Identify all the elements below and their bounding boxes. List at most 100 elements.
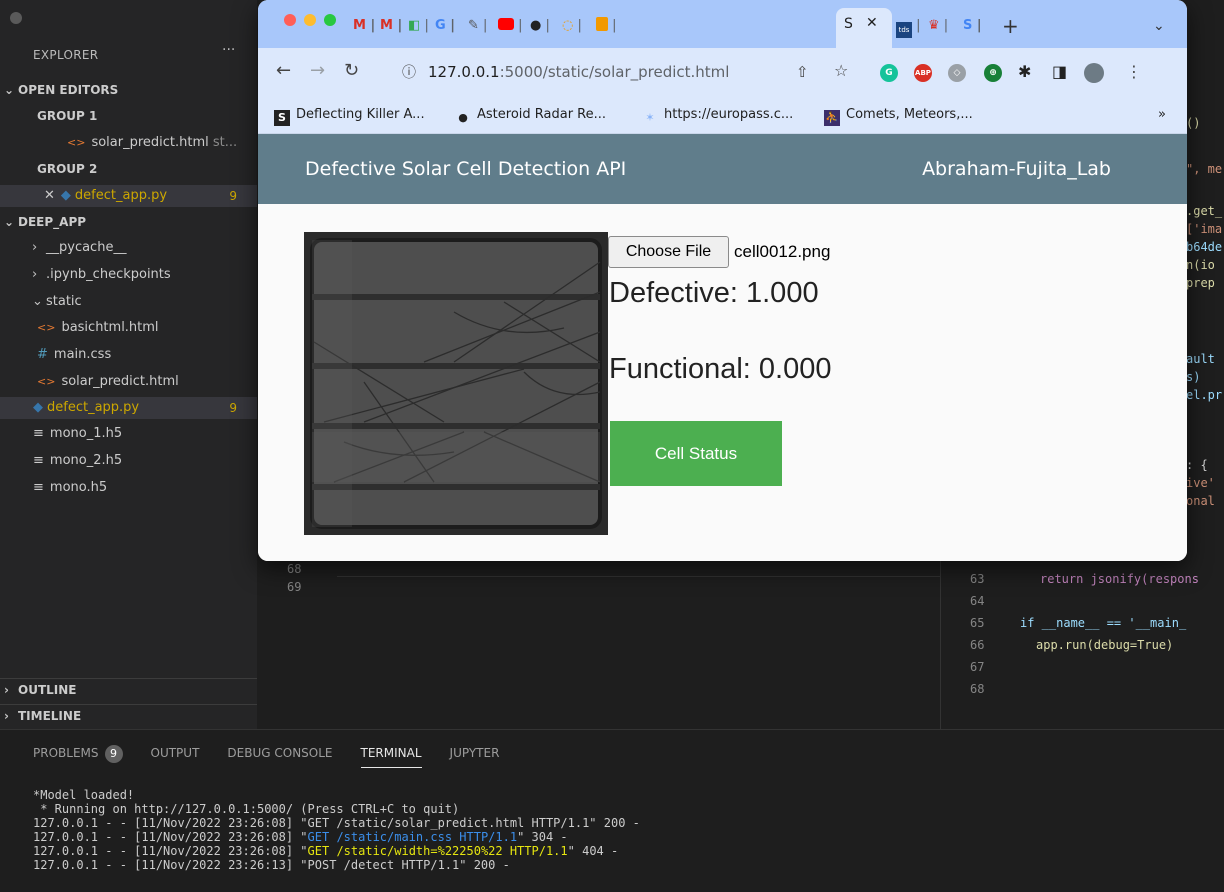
google-tab[interactable]: G | xyxy=(435,16,455,36)
outline-section[interactable]: › OUTLINE xyxy=(0,678,257,700)
tree-item-mono1[interactable]: ≡ mono_1.h5 xyxy=(0,423,257,445)
panel-tabs: PROBLEMS 9 OUTPUT DEBUG CONSOLE TERMINAL … xyxy=(33,744,499,768)
line-number: 69 xyxy=(287,580,302,594)
open-editor-defect-app[interactable]: ✕ ◆ defect_app.py 9 xyxy=(0,185,257,207)
browser-toolbar: ← → ↻ ⓘ 127.0.0.1:5000/static/solar_pred… xyxy=(258,48,1187,96)
code-text: ['ima xyxy=(1186,222,1223,236)
terminal-text: GET /static/width=%22250%22 HTTP/1.1 xyxy=(307,844,568,858)
tree-item-basichtml[interactable]: <> basichtml.html xyxy=(0,317,257,339)
tree-item-label: .ipynb_checkpoints xyxy=(46,267,171,282)
tab-problems[interactable]: PROBLEMS 9 xyxy=(33,744,123,768)
active-tab[interactable]: S ✕ xyxy=(836,8,892,48)
sidepanel-icon[interactable]: ◨ xyxy=(1052,63,1067,81)
more-actions-icon[interactable]: ··· xyxy=(222,42,235,58)
youtube-tab[interactable]: | xyxy=(498,16,523,36)
tab-8[interactable]: ◌ | xyxy=(562,16,582,36)
tab-search-button[interactable]: ⌄ xyxy=(1153,16,1165,36)
tree-item-label: defect_app.py xyxy=(47,400,140,415)
tree-item-label: mono.h5 xyxy=(49,480,108,495)
tree-item-static[interactable]: ⌄ static xyxy=(0,291,257,313)
html-file-icon: <> xyxy=(67,136,86,149)
pen-icon: ✎ xyxy=(468,18,479,33)
code-fragment: b64de xyxy=(1186,240,1224,254)
bookmark-item[interactable]: S Deflecting Killer A... xyxy=(274,107,425,126)
puzzle-icon[interactable]: ✱ xyxy=(1018,63,1031,81)
bottom-panel: PROBLEMS 9 OUTPUT DEBUG CONSOLE TERMINAL … xyxy=(0,729,1224,892)
open-editor-solar-predict[interactable]: <> solar_predict.html st... xyxy=(0,132,257,154)
grammarly-icon[interactable]: G xyxy=(880,64,898,82)
python-file-icon: ◆ xyxy=(60,188,71,203)
css-file-icon: # xyxy=(37,347,48,362)
file-lines-icon: ≡ xyxy=(33,453,44,468)
menu-icon[interactable]: ⋮ xyxy=(1126,63,1142,81)
defective-score: Defective: 1.000 xyxy=(609,277,819,309)
info-icon[interactable]: ⓘ xyxy=(402,64,416,82)
tab-label: PROBLEMS xyxy=(33,746,99,760)
timeline-section[interactable]: › TIMELINE xyxy=(0,704,257,726)
tab-3[interactable]: ◧ | xyxy=(408,16,429,36)
line-number: 64 xyxy=(970,594,985,608)
cell-status-button[interactable]: Cell Status xyxy=(610,421,782,486)
reload-button[interactable]: ↻ xyxy=(344,62,359,80)
selected-file-name: cell0012.png xyxy=(734,242,831,261)
gmail-tab[interactable]: M | xyxy=(353,16,375,36)
share-icon[interactable]: ⇧ xyxy=(796,63,809,81)
bookmark-item[interactable]: ✶ https://europass.c... xyxy=(642,107,793,126)
bookmark-label: https://europass.c... xyxy=(664,107,794,122)
file-lines-icon: ≡ xyxy=(33,426,44,441)
tab-5[interactable]: ✎ | xyxy=(468,16,487,36)
globe-icon: ● xyxy=(530,18,542,33)
new-tab-button[interactable]: + xyxy=(1002,16,1019,36)
bookmarks-more-button[interactable]: » xyxy=(1158,107,1166,122)
tree-item-pycache[interactable]: › __pycache__ xyxy=(0,237,257,259)
tree-item-solar-predict[interactable]: <> solar_predict.html xyxy=(0,371,257,393)
shield-icon[interactable]: ◇ xyxy=(948,64,966,82)
tree-item-label: basichtml.html xyxy=(61,320,159,335)
chevron-down-icon: ⌄ xyxy=(4,83,15,97)
bookmark-item[interactable]: ⛹ Comets, Meteors,... xyxy=(824,107,973,126)
forward-button[interactable]: → xyxy=(310,62,325,80)
person-icon: ⛹ xyxy=(824,110,840,126)
avatar[interactable] xyxy=(1084,63,1104,83)
problem-count-badge: 9 xyxy=(229,189,237,203)
code-fragment: ault xyxy=(1186,352,1224,366)
tab-7[interactable]: ● | xyxy=(530,16,550,36)
close-window-icon[interactable] xyxy=(284,14,296,26)
tab-jupyter[interactable]: JUPYTER xyxy=(450,744,500,768)
open-editors-section[interactable]: ⌄ OPEN EDITORS xyxy=(0,79,257,101)
back-button[interactable]: ← xyxy=(276,62,291,80)
tab-output[interactable]: OUTPUT xyxy=(151,744,200,768)
google-tab-2[interactable]: S | xyxy=(963,16,982,36)
tab-favicon: G xyxy=(435,18,446,33)
terminal-output[interactable]: *Model loaded! * Running on http://127.0… xyxy=(33,788,640,872)
crown-tab[interactable]: ♛ | xyxy=(928,16,948,36)
tree-item-defect-app[interactable]: ◆ defect_app.py 9 xyxy=(0,397,257,419)
tab-terminal[interactable]: TERMINAL xyxy=(360,744,422,768)
url-text[interactable]: 127.0.0.1:5000/static/solar_predict.html xyxy=(428,63,729,81)
close-icon[interactable]: ✕ xyxy=(44,188,55,203)
tds-tab[interactable]: tds | xyxy=(896,16,921,38)
terminal-line: 127.0.0.1 - - [11/Nov/2022 23:26:08] "GE… xyxy=(33,844,640,858)
bookmark-favicon-icon xyxy=(596,17,608,31)
code-fragment: n(io xyxy=(1186,258,1224,272)
choose-file-button[interactable]: Choose File xyxy=(608,236,729,268)
tree-item-checkpoints[interactable]: › .ipynb_checkpoints xyxy=(0,264,257,286)
maximize-window-icon[interactable] xyxy=(324,14,336,26)
minimize-window-icon[interactable] xyxy=(304,14,316,26)
group2-label: GROUP 2 xyxy=(37,162,98,176)
gmail-tab-2[interactable]: M | xyxy=(380,16,402,36)
chevron-right-icon: › xyxy=(4,683,9,697)
tab-title: S xyxy=(844,16,853,32)
close-tab-icon[interactable]: ✕ xyxy=(866,15,878,31)
tab-9[interactable]: | xyxy=(596,16,617,36)
tree-item-mono[interactable]: ≡ mono.h5 xyxy=(0,477,257,499)
tree-item-main-css[interactable]: # main.css xyxy=(0,344,257,366)
tree-item-mono2[interactable]: ≡ mono_2.h5 xyxy=(0,450,257,472)
bookmark-item[interactable]: ● Asteroid Radar Re... xyxy=(455,107,606,126)
extension-icon[interactable]: ⊕ xyxy=(984,64,1002,82)
deep-app-folder[interactable]: ⌄ DEEP_APP xyxy=(0,211,257,233)
adblock-icon[interactable]: ABP xyxy=(914,64,932,82)
star-icon[interactable]: ☆ xyxy=(834,62,848,80)
explorer-title: EXPLORER xyxy=(33,48,99,62)
tab-debug-console[interactable]: DEBUG CONSOLE xyxy=(227,744,332,768)
